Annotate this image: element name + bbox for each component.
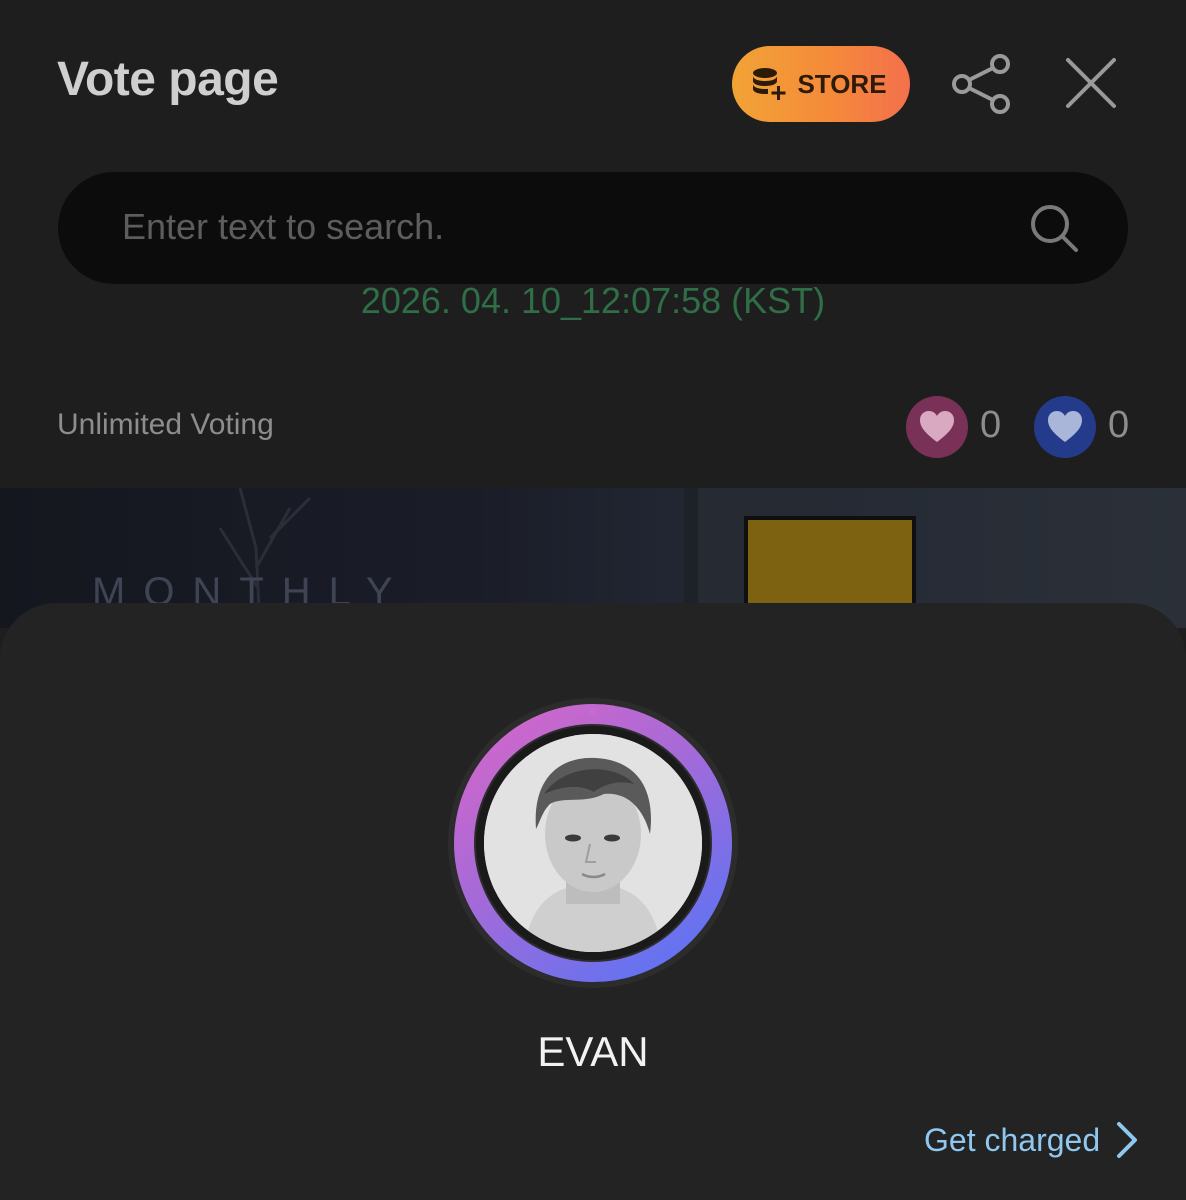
member-name: EVAN: [537, 1028, 649, 1075]
vote-screen: Vote page STORE Enter text to search. 20…: [0, 0, 1186, 1200]
get-charged-label: Get charged: [924, 1121, 1101, 1158]
heart-icon: [1048, 411, 1082, 442]
vote-timestamp: 2026. 04. 10_12:07:58 (KST): [360, 280, 826, 321]
blue-heart-badge: [1034, 396, 1096, 458]
portrait-image: [484, 734, 702, 952]
share-icon[interactable]: [948, 50, 1016, 118]
pink-heart-count: 0: [980, 404, 1002, 446]
get-charged-link[interactable]: Get charged: [924, 1118, 1140, 1162]
blue-heart-count: 0: [1108, 404, 1130, 446]
search-placeholder: Enter text to search.: [122, 206, 445, 247]
pink-heart-badge: [906, 396, 968, 458]
search-icon[interactable]: [1024, 198, 1084, 258]
voting-type-label: Unlimited Voting: [57, 408, 274, 441]
store-label: STORE: [797, 68, 887, 99]
member-avatar[interactable]: [446, 696, 740, 990]
search-input[interactable]: Enter text to search.: [58, 172, 1128, 284]
member-photo: [484, 734, 702, 952]
store-button[interactable]: STORE: [732, 46, 910, 122]
chevron-right-icon: [1117, 1122, 1138, 1158]
close-icon[interactable]: [1060, 52, 1122, 114]
coin-stack-plus-icon: [753, 68, 786, 100]
page-title: Vote page: [57, 53, 279, 106]
heart-icon: [920, 411, 954, 442]
